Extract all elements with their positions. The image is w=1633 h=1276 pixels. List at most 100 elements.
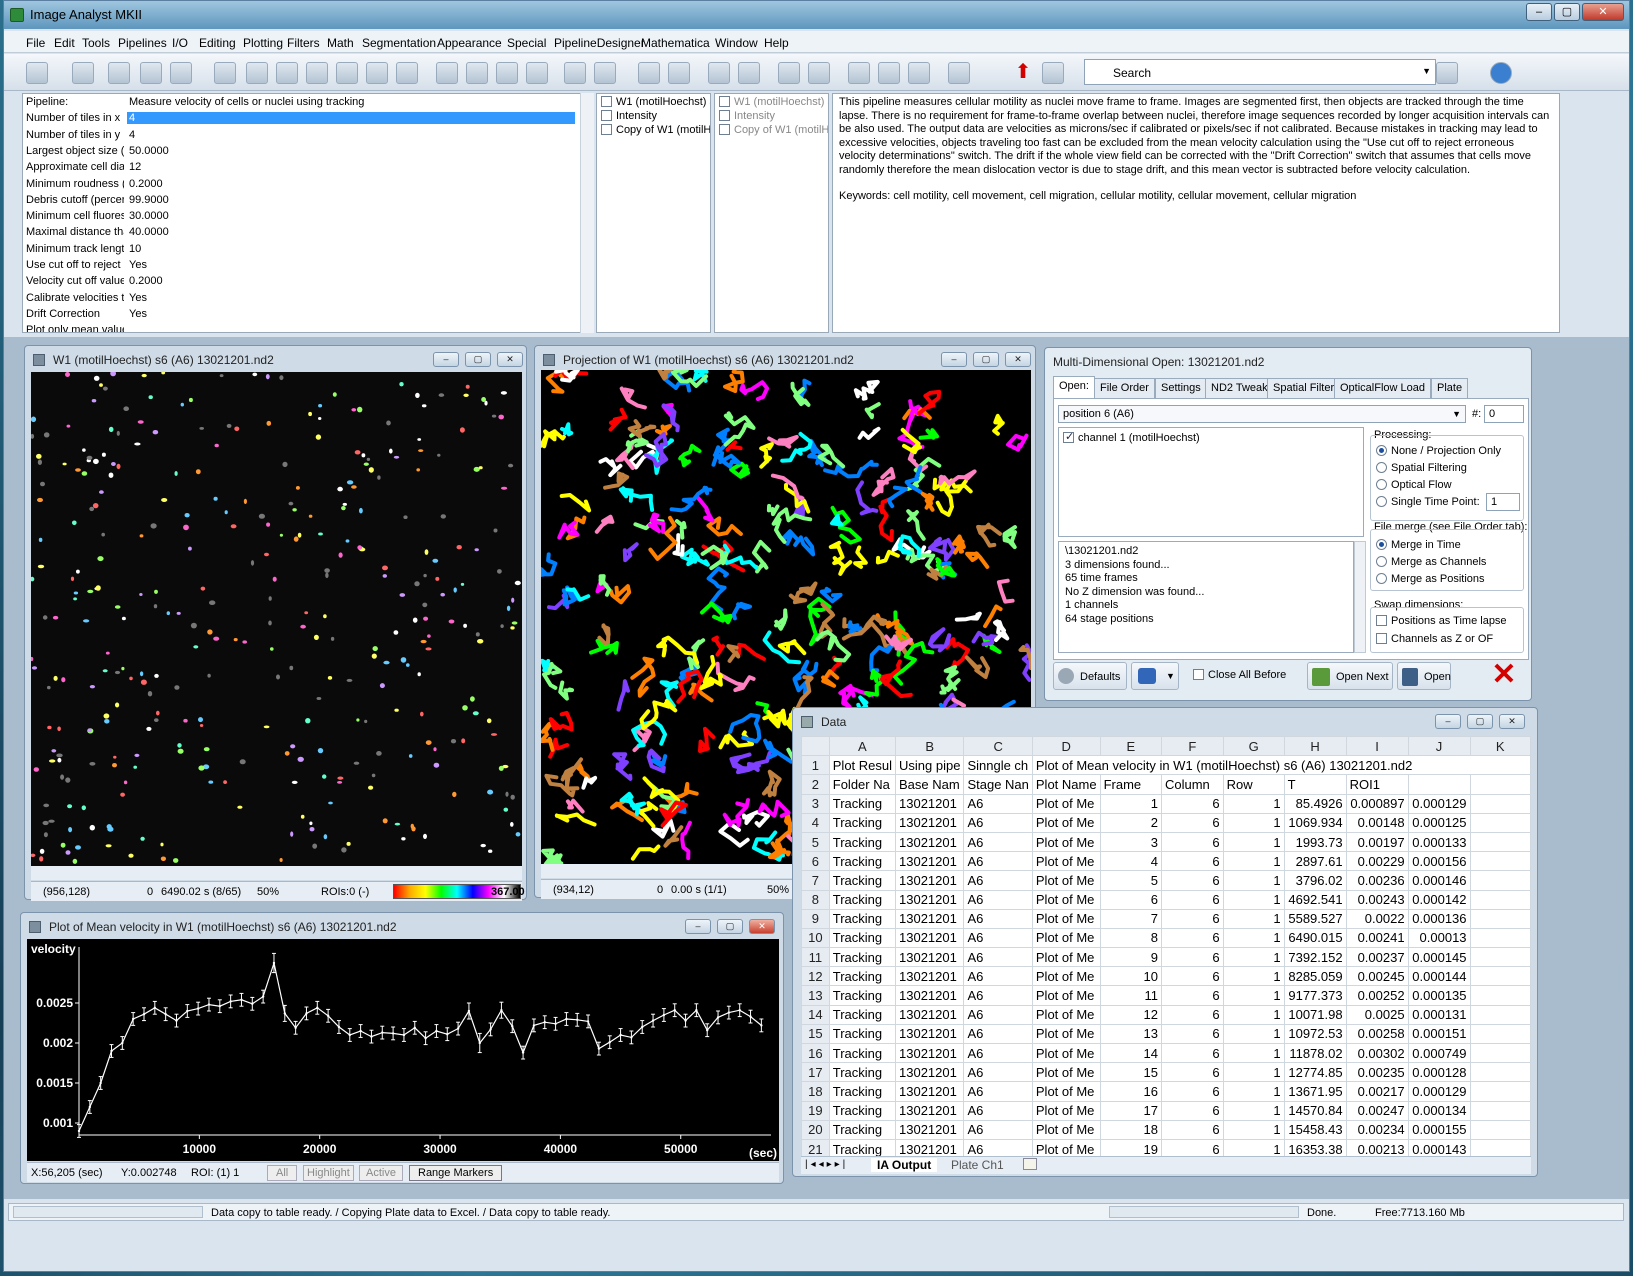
cell[interactable]: 13021201: [895, 1138, 965, 1156]
cell[interactable]: 1: [1222, 889, 1285, 910]
menu-io[interactable]: I/O: [172, 36, 188, 50]
param-row[interactable]: Debris cutoff (percer 99.9000: [23, 192, 579, 209]
row-number[interactable]: 15: [801, 1023, 830, 1045]
cell[interactable]: 13021201: [895, 1119, 965, 1140]
cell[interactable]: ROI1: [1345, 774, 1409, 795]
cell[interactable]: 0.000125: [1407, 812, 1471, 833]
cell[interactable]: 1: [1222, 985, 1285, 1006]
cell[interactable]: [1469, 985, 1531, 1006]
help-icon[interactable]: [1490, 62, 1512, 84]
cell[interactable]: 16353.38: [1283, 1138, 1347, 1156]
cell[interactable]: Folder Na: [828, 774, 897, 795]
cell[interactable]: 13021201: [895, 1042, 965, 1064]
cell[interactable]: 0.00302: [1345, 1042, 1409, 1064]
checkbox-positions-time[interactable]: Positions as Time lapse: [1376, 615, 1507, 627]
tool-icon-18[interactable]: [594, 62, 616, 84]
param-row[interactable]: Velocity cut off value 0.2000: [23, 273, 579, 290]
param-row[interactable]: Minimum cell fluoresc 30.0000: [23, 208, 579, 225]
cell[interactable]: Plot of Me: [1031, 831, 1101, 853]
cell[interactable]: 3796.02: [1283, 870, 1347, 891]
cell[interactable]: [1469, 966, 1531, 987]
cell[interactable]: 0.00217: [1345, 1081, 1409, 1102]
cell[interactable]: 0.00236: [1345, 870, 1409, 891]
cell[interactable]: Using pipe: [895, 755, 965, 776]
cell[interactable]: 0.00234: [1345, 1119, 1409, 1140]
cell[interactable]: Plot of Me: [1031, 908, 1101, 929]
plot-canvas[interactable]: velocity (sec) 0.0025 0.002 0.0015 0.001 10000…: [27, 939, 779, 1161]
menu-file[interactable]: File: [26, 36, 45, 50]
cell[interactable]: 0.00235: [1345, 1062, 1409, 1083]
menu-math[interactable]: Math: [327, 36, 354, 50]
menu-plotting[interactable]: Plotting: [243, 36, 283, 50]
maximize-button[interactable]: ▢: [1554, 3, 1580, 21]
menu-help[interactable]: Help: [764, 36, 789, 50]
stop-icon[interactable]: [948, 62, 970, 84]
menu-window[interactable]: Window: [715, 36, 758, 50]
cell[interactable]: 0.000144: [1407, 966, 1471, 987]
cell[interactable]: Tracking: [828, 831, 897, 853]
cell[interactable]: Tracking: [828, 927, 897, 949]
close-button[interactable]: ✕: [1582, 3, 1624, 21]
menu-mathematica[interactable]: Mathematica: [641, 36, 710, 50]
cell[interactable]: 0.0025: [1345, 1004, 1409, 1025]
column-header[interactable]: I: [1345, 736, 1409, 757]
column-header[interactable]: C: [963, 736, 1033, 757]
column-header[interactable]: K: [1469, 736, 1531, 757]
cell[interactable]: [1469, 1004, 1531, 1025]
cell[interactable]: Sinngle ch: [963, 755, 1033, 776]
tool-icon-24[interactable]: [808, 62, 830, 84]
tool-icon-12[interactable]: [396, 62, 418, 84]
row-number[interactable]: 10: [801, 927, 830, 949]
cell[interactable]: 3: [1099, 831, 1162, 853]
cell[interactable]: 0.000151: [1407, 1023, 1471, 1045]
checkbox-channels-z[interactable]: Channels as Z or OF: [1376, 633, 1493, 645]
cell[interactable]: 0.00245: [1345, 966, 1409, 987]
cell[interactable]: 14: [1099, 1042, 1162, 1064]
cell[interactable]: 1: [1222, 1081, 1285, 1102]
image-close-button[interactable]: ✕: [497, 352, 523, 367]
param-row[interactable]: Maximal distance that 40.0000: [23, 224, 579, 241]
column-header[interactable]: E: [1099, 736, 1162, 757]
cell[interactable]: 0.000136: [1407, 908, 1471, 929]
cell[interactable]: Plot of Me: [1031, 947, 1101, 968]
cell[interactable]: 6: [1160, 985, 1224, 1006]
cell[interactable]: A6: [963, 1138, 1033, 1156]
cell[interactable]: 0.00148: [1345, 812, 1409, 833]
cell[interactable]: 8: [1099, 927, 1162, 949]
tool-icon-23[interactable]: [778, 62, 800, 84]
cell[interactable]: Tracking: [828, 1081, 897, 1102]
param-value[interactable]: 10: [129, 243, 141, 255]
row-number[interactable]: 12: [801, 966, 830, 987]
cell[interactable]: Plot of Me: [1031, 1004, 1101, 1025]
cell[interactable]: Plot of Me: [1031, 1138, 1101, 1156]
cell[interactable]: 0.00213: [1345, 1138, 1409, 1156]
param-row[interactable]: Approximate cell dian 12: [23, 159, 579, 176]
cell[interactable]: 1: [1222, 966, 1285, 987]
cell[interactable]: 8285.059: [1283, 966, 1347, 987]
corner-cell[interactable]: [801, 736, 830, 757]
cell[interactable]: 0.000156: [1407, 851, 1471, 872]
cell[interactable]: [1407, 774, 1471, 795]
param-row[interactable]: Calibrate velocities to Yes: [23, 290, 579, 307]
cell[interactable]: 13021201: [895, 985, 965, 1006]
cell[interactable]: 13021201: [895, 1062, 965, 1083]
tab-file-order[interactable]: File Order: [1094, 378, 1155, 398]
row-number[interactable]: 4: [801, 812, 830, 833]
cell[interactable]: 0.0022: [1345, 908, 1409, 929]
cell[interactable]: Tracking: [828, 889, 897, 910]
cell[interactable]: 1: [1222, 812, 1285, 833]
up-arrow-icon[interactable]: ⬆: [1012, 62, 1034, 84]
cell[interactable]: 0.00237: [1345, 947, 1409, 968]
cell[interactable]: Row: [1222, 774, 1285, 795]
pipeline-menu-button[interactable]: ▼: [1131, 662, 1179, 690]
menu-pipelines[interactable]: Pipelines: [118, 36, 167, 50]
cell[interactable]: 13021201: [895, 1081, 965, 1102]
cut-icon[interactable]: [170, 62, 192, 84]
cell[interactable]: 10071.98: [1283, 1004, 1347, 1025]
cell[interactable]: [1469, 793, 1531, 814]
cell[interactable]: Tracking: [828, 851, 897, 872]
cell[interactable]: 0.00247: [1345, 1100, 1409, 1121]
cell[interactable]: 13021201: [895, 870, 965, 891]
radio-spatial[interactable]: Spatial Filtering: [1376, 462, 1467, 474]
cell[interactable]: 85.4926: [1283, 793, 1347, 814]
